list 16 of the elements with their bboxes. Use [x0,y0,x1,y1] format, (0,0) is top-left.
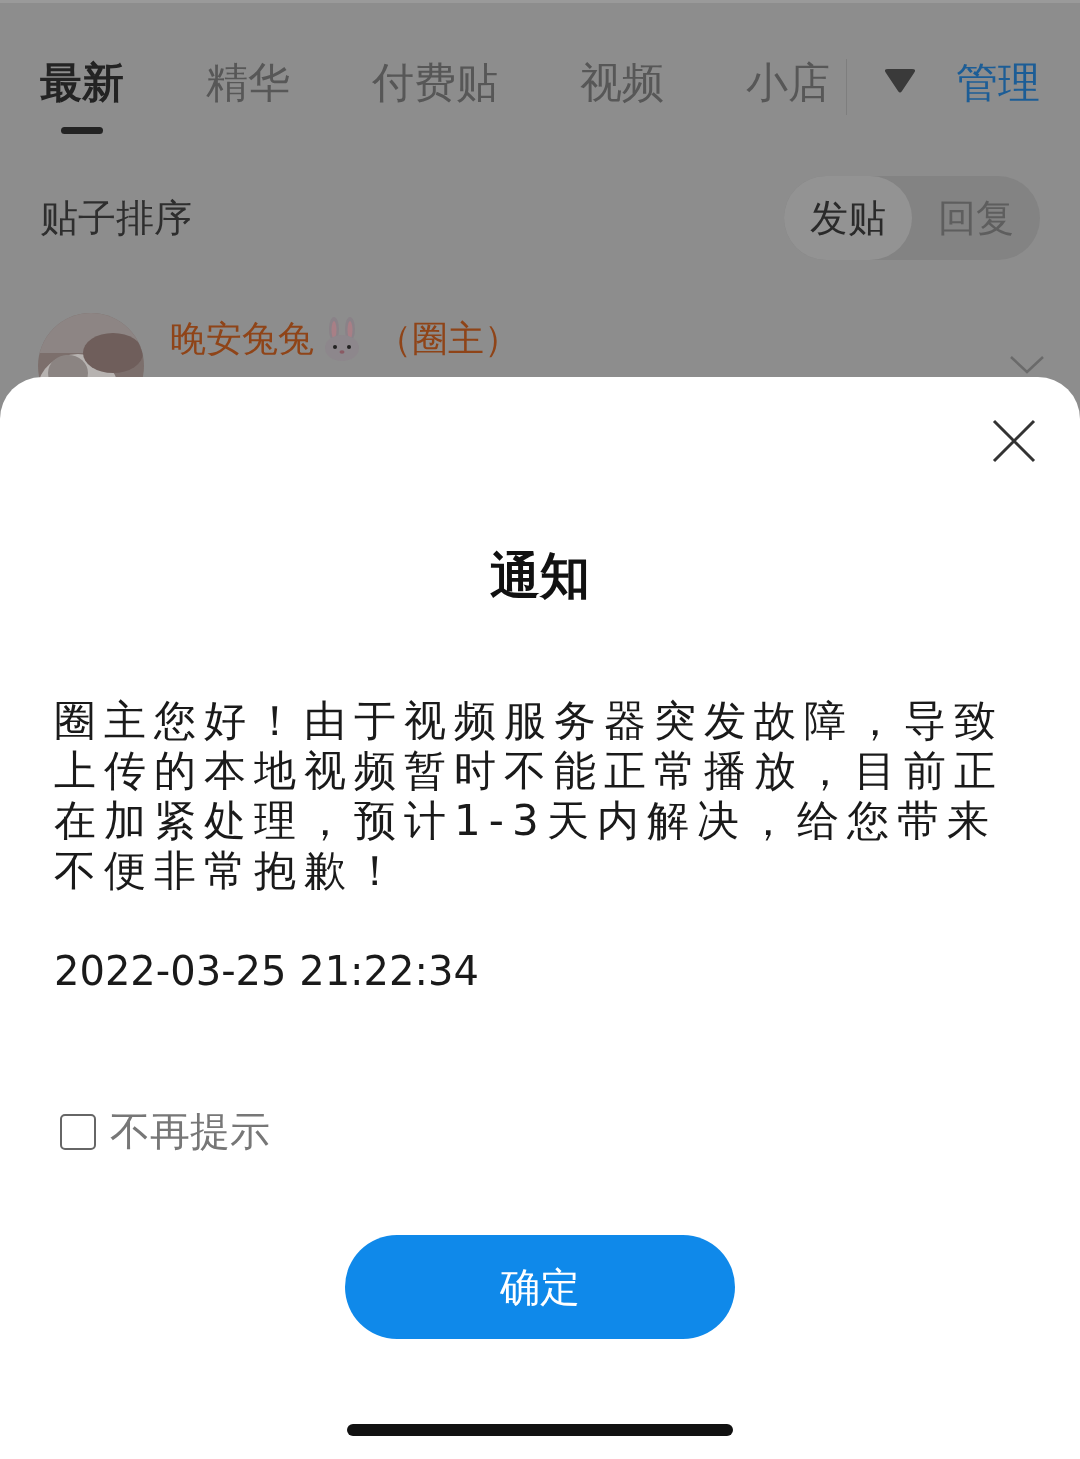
close-icon[interactable] [992,419,1036,463]
sort-label: 贴子排序 [40,194,192,242]
checkbox-label[interactable]: 不再提示 [110,1104,270,1159]
dialog-title: 通知 [489,546,591,607]
confirm-button[interactable]: 确定 [345,1235,735,1339]
rabbit-icon [322,317,362,361]
dialog-time: 2022-03-25 21:22:34 [54,948,480,994]
sort-option[interactable]: 发贴 [784,176,912,260]
author-name[interactable]: 晚安兔兔 [170,314,314,364]
checkbox[interactable] [60,1113,96,1150]
tab[interactable]: 最新 [40,55,124,134]
dropdown-triangle-icon[interactable] [883,69,917,95]
manage-link[interactable]: 管理 [956,55,1040,111]
tab-indicator [61,127,103,134]
dialog-message: 圈主您好！由于视频服务器突发故障，导致上传的本地视频暂时不能正常播放，目前正在加紧处理，预计1-3天内解决，给您带来不便非常抱歉！ [54,696,1005,896]
author-role: （圈主） [376,316,520,361]
